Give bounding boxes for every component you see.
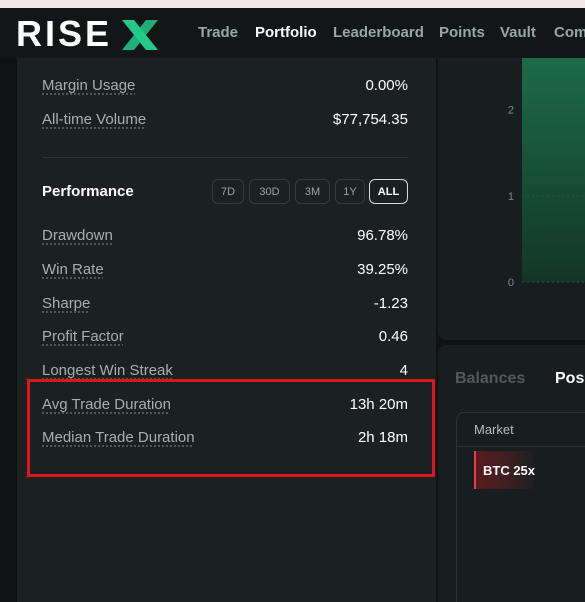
- win-rate-label[interactable]: Win Rate: [42, 261, 104, 279]
- profit-factor-value: 0.46: [378, 328, 408, 345]
- top-navbar: RISE Trade Portfolio Leaderboard Points …: [0, 8, 585, 58]
- section-divider: [42, 157, 408, 158]
- alltime-volume-label[interactable]: All-time Volume: [42, 111, 146, 129]
- drawdown-label[interactable]: Drawdown: [42, 227, 113, 245]
- win-rate-value: 39.25%: [357, 261, 408, 278]
- pnl-area-chart: 2 1 0: [508, 58, 585, 289]
- browser-top-strip: [0, 0, 585, 8]
- market-chip-btc[interactable]: BTC 25x: [474, 451, 536, 489]
- timeframe-7d-button[interactable]: 7D: [212, 179, 244, 204]
- area-fill: [522, 58, 585, 282]
- margin-usage-label[interactable]: Margin Usage: [42, 77, 135, 95]
- sharpe-label[interactable]: Sharpe: [42, 295, 90, 313]
- timeframe-30d-button[interactable]: 30D: [249, 179, 290, 204]
- positions-table: Market BTC 25x: [456, 412, 585, 602]
- longest-win-streak-label[interactable]: Longest Win Streak: [42, 362, 173, 380]
- timeframe-all-button[interactable]: ALL: [369, 179, 408, 204]
- nav-leaderboard[interactable]: Leaderboard: [333, 24, 424, 42]
- nav-trade[interactable]: Trade: [198, 24, 238, 42]
- column-header-market[interactable]: Market: [474, 422, 514, 437]
- margin-usage-value: 0.00%: [365, 77, 408, 94]
- market-chip-label: BTC 25x: [483, 462, 536, 478]
- sharpe-value: -1.23: [373, 295, 408, 312]
- rise-logo[interactable]: RISE: [16, 16, 160, 52]
- longest-win-streak-value: 4: [399, 362, 408, 379]
- tab-positions[interactable]: Pos: [555, 369, 584, 389]
- logo-x-icon: [122, 20, 158, 50]
- profit-factor-label[interactable]: Profit Factor: [42, 328, 124, 346]
- timeframe-3m-button[interactable]: 3M: [295, 179, 330, 204]
- performance-title: Performance: [42, 183, 134, 200]
- timeframe-1y-button[interactable]: 1Y: [335, 179, 365, 204]
- highlight-annotation-box: [27, 379, 435, 477]
- nav-points[interactable]: Points: [439, 24, 485, 42]
- nav-community[interactable]: Com: [554, 24, 585, 42]
- pnl-chart-panel: 2 1 0: [438, 58, 585, 340]
- y-tick-label: 0: [508, 277, 514, 289]
- alltime-volume-value: $77,754.35: [332, 111, 408, 128]
- header-divider: [457, 446, 585, 447]
- y-tick-label: 2: [508, 105, 514, 117]
- nav-portfolio[interactable]: Portfolio: [255, 24, 317, 42]
- y-tick-label: 1: [508, 191, 514, 203]
- drawdown-value: 96.78%: [357, 227, 408, 244]
- tab-balances[interactable]: Balances: [455, 369, 525, 389]
- positions-panel: Balances Pos Market BTC 25x: [438, 345, 585, 602]
- nav-vault[interactable]: Vault: [500, 24, 536, 42]
- logo-text: RISE: [16, 13, 113, 54]
